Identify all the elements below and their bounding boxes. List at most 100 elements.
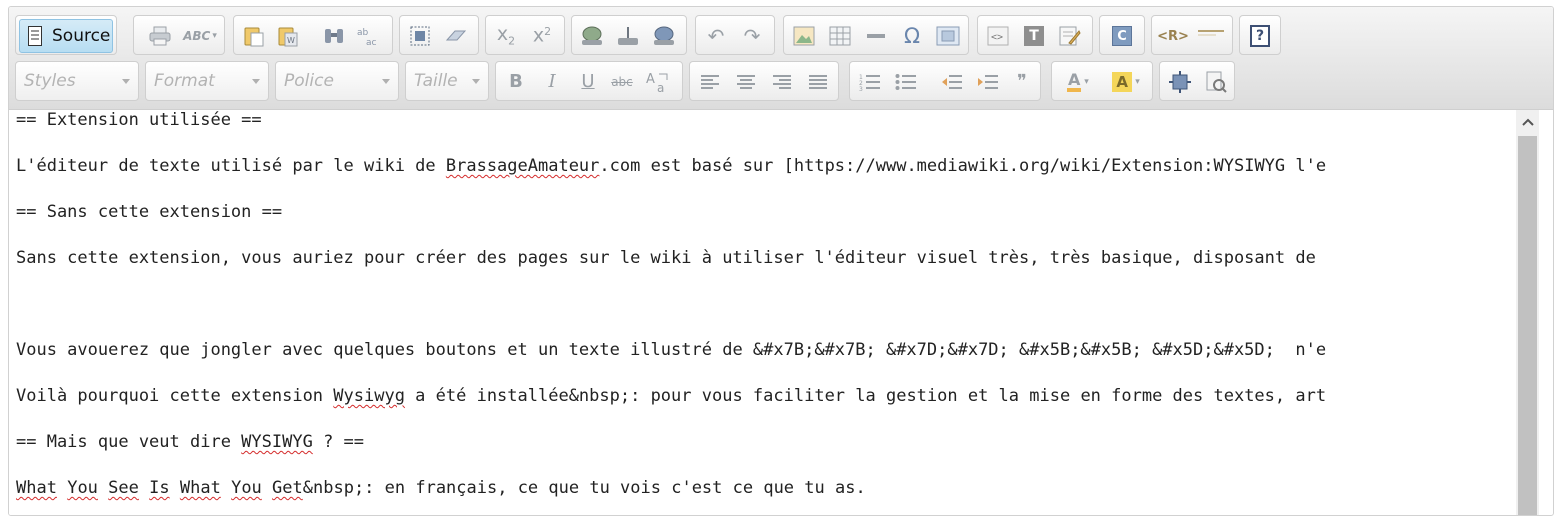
outdent-button[interactable] [938, 68, 966, 96]
bulleted-list-button[interactable] [892, 68, 920, 96]
special-char-button[interactable]: Ω [898, 22, 926, 50]
styles-combo[interactable]: Styles [15, 61, 139, 101]
text-line-6-rest: a été installée&nbsp;: pour vous facilit… [404, 386, 1327, 406]
background-color-button[interactable]: A ▾ [1106, 68, 1146, 96]
color-group: A ▾ A ▾ [1051, 61, 1153, 101]
undo-button[interactable]: ↶ [702, 22, 730, 50]
maximize-button[interactable] [1166, 68, 1194, 96]
svg-text:3: 3 [859, 86, 863, 92]
size-combo[interactable]: Taille [405, 61, 489, 101]
strikethrough-button[interactable]: abc [608, 68, 636, 96]
underline-button[interactable]: U [574, 68, 602, 96]
nowiki-button[interactable]: <> [984, 22, 1012, 50]
text-style-group: B I U abc A a [495, 61, 683, 101]
iframe-button[interactable] [934, 22, 962, 50]
source-textarea[interactable]: == Extension utilisée == L'éditeur de te… [9, 110, 1516, 515]
wiki-tools-group: <> T [977, 15, 1093, 55]
print-spell-group: ABC ▾ [133, 15, 225, 55]
blockquote-button[interactable]: ❞ [1008, 68, 1036, 96]
sub-sup-group: x2 x2 [485, 15, 565, 55]
copy-format-button[interactable]: A a [644, 68, 672, 96]
remove-format-button[interactable] [442, 22, 470, 50]
paste-word-button[interactable]: W [274, 22, 302, 50]
print-button[interactable] [146, 22, 174, 50]
indent-button[interactable] [974, 68, 1002, 96]
form-button-1[interactable] [578, 22, 606, 50]
table-button[interactable] [826, 22, 854, 50]
source-button[interactable]: Source [19, 19, 113, 53]
wysiwyg-editor: Source ABC ▾ W ab ac x2 x2 ↶ ↷ Ω <> T C … [8, 6, 1554, 516]
clipboard-find-group: W ab ac [233, 15, 393, 55]
printer-icon [149, 26, 171, 46]
scroll-up-button[interactable] [1516, 110, 1539, 134]
source-label: Source [52, 26, 111, 46]
insert-group: Ω [783, 15, 969, 55]
eraser-icon [445, 30, 467, 41]
text-color-button[interactable]: A ▾ [1058, 68, 1098, 96]
svg-text:ab: ab [357, 28, 369, 38]
help-button[interactable]: ? [1246, 22, 1274, 50]
misspelled-word: See [108, 478, 139, 498]
chevron-down-icon [252, 79, 260, 84]
find-button[interactable] [320, 22, 348, 50]
bold-button[interactable]: B [502, 68, 530, 96]
redo-button[interactable]: ↷ [738, 22, 766, 50]
references-list-button[interactable] [1194, 22, 1228, 50]
subscript-icon: x2 [496, 23, 516, 48]
bold-icon: B [509, 71, 523, 92]
image-button[interactable] [790, 22, 818, 50]
format-combo[interactable]: Format [145, 61, 269, 101]
form-button-3[interactable] [650, 22, 678, 50]
vertical-scrollbar[interactable] [1516, 110, 1539, 515]
paste-text-icon [244, 27, 264, 47]
reference-group: <R> [1151, 15, 1233, 55]
joystick-icon [618, 27, 638, 45]
align-justify-button[interactable] [804, 68, 832, 96]
subscript-button[interactable]: x2 [492, 22, 520, 50]
text-line-3: == Sans cette extension == [16, 202, 283, 222]
text-line-6-start: Voilà pourquoi cette extension [16, 386, 334, 406]
align-right-button[interactable] [768, 68, 796, 96]
spellcheck-button[interactable]: ABC ▾ [180, 22, 220, 50]
template-button[interactable]: T [1020, 22, 1048, 50]
edit-note-icon [1059, 26, 1081, 46]
paste-text-button[interactable] [240, 22, 268, 50]
align-left-button[interactable] [696, 68, 724, 96]
signature-button[interactable] [1056, 22, 1084, 50]
align-group [689, 61, 839, 101]
horizontal-rule-button[interactable] [862, 22, 890, 50]
t-icon: T [1024, 26, 1044, 46]
help-group: ? [1239, 15, 1281, 55]
svg-text:W: W [287, 36, 295, 45]
binoculars-icon [325, 29, 343, 43]
show-blocks-icon [1206, 71, 1227, 93]
misspelled-word: What [179, 478, 221, 498]
svg-text:ac: ac [366, 38, 377, 47]
italic-button[interactable]: I [538, 68, 566, 96]
horizontal-rule-icon [867, 34, 885, 38]
format-placeholder: Format [154, 71, 215, 91]
category-group: C [1099, 15, 1145, 55]
chevron-down-icon [382, 79, 390, 84]
select-all-button[interactable] [406, 22, 434, 50]
font-placeholder: Police [284, 71, 334, 91]
select-all-icon [410, 26, 430, 46]
font-combo[interactable]: Police [275, 61, 399, 101]
scroll-thumb[interactable] [1518, 136, 1537, 515]
form-button-2[interactable] [614, 22, 642, 50]
source-group: Source [15, 15, 117, 55]
show-blocks-button[interactable] [1202, 68, 1230, 96]
numbered-list-button[interactable]: 1 2 3 [856, 68, 884, 96]
align-center-button[interactable] [732, 68, 760, 96]
misspelled-word: WYSIWYG [241, 432, 313, 452]
spellcheck-icon: ABC [183, 29, 211, 43]
reference-button[interactable]: <R> [1157, 22, 1189, 50]
c-icon: C [1112, 26, 1132, 46]
replace-button[interactable]: ab ac [354, 22, 382, 50]
superscript-button[interactable]: x2 [528, 22, 556, 50]
undo-redo-group: ↶ ↷ [695, 15, 775, 55]
text-line-5: Vous avouerez que jongler avec quelques … [16, 340, 1327, 360]
misspelled-word: What [16, 478, 57, 498]
category-button[interactable]: C [1108, 22, 1136, 50]
align-right-icon [773, 75, 791, 89]
